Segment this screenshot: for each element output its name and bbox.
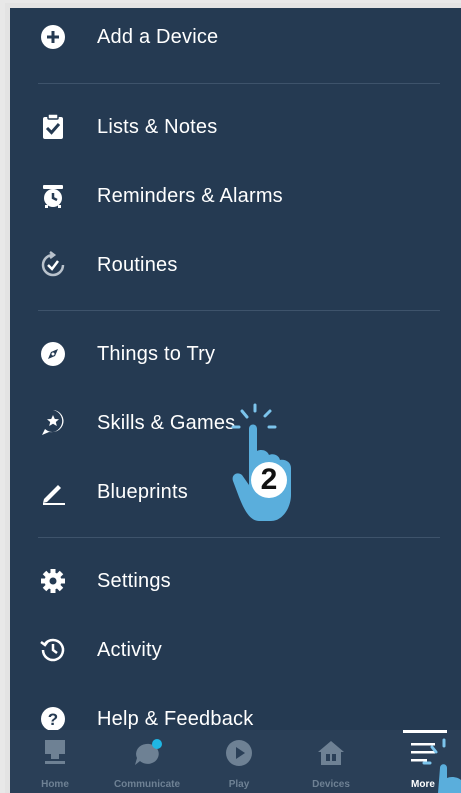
devices-icon <box>286 740 376 766</box>
menu-item-things-to-try[interactable]: Things to Try <box>10 331 461 377</box>
divider <box>38 310 440 311</box>
menu-item-blueprints[interactable]: Blueprints <box>10 469 461 515</box>
menu-item-add-device[interactable]: Add a Device <box>10 14 461 60</box>
compass-icon <box>38 339 68 369</box>
chat-icon <box>102 739 192 766</box>
tab-devices[interactable]: Devices <box>286 730 376 793</box>
menu-item-activity[interactable]: Activity <box>10 627 461 673</box>
menu-item-label: Help & Feedback <box>97 707 254 730</box>
menu-lines-icon <box>378 740 461 766</box>
menu-item-label: Things to Try <box>97 342 216 365</box>
tab-label: Communicate <box>113 779 181 790</box>
menu-item-label: Lists & Notes <box>97 115 218 138</box>
tab-communicate[interactable]: Communicate <box>102 730 192 793</box>
menu-item-settings[interactable]: Settings <box>10 558 461 604</box>
menu-item-skills-games[interactable]: Skills & Games <box>10 400 461 446</box>
routines-icon <box>38 250 68 280</box>
menu-item-lists-notes[interactable]: Lists & Notes <box>10 104 461 150</box>
skills-icon <box>38 408 68 438</box>
svg-text:?: ? <box>48 710 58 729</box>
menu-item-label: Activity <box>97 638 162 661</box>
bottom-tab-bar: Home Communicate Play Devices More <box>10 730 461 793</box>
pencil-icon <box>38 477 68 507</box>
divider <box>38 537 440 538</box>
menu-item-reminders-alarms[interactable]: Reminders & Alarms <box>10 173 461 219</box>
menu-item-label: Blueprints <box>97 480 188 503</box>
menu-item-routines[interactable]: Routines <box>10 242 461 288</box>
history-icon <box>38 635 68 665</box>
tab-play[interactable]: Play <box>194 730 284 793</box>
menu-item-label: Skills & Games <box>97 411 236 434</box>
menu-item-label: Settings <box>97 569 171 592</box>
menu-item-label: Add a Device <box>97 25 219 48</box>
gear-icon <box>38 566 68 596</box>
play-icon <box>194 740 284 766</box>
home-icon <box>10 740 100 766</box>
tab-label: Devices <box>312 779 350 790</box>
more-menu-panel: Add a Device Lists & Notes Reminders & A… <box>10 8 461 793</box>
tab-label: Home <box>41 779 69 790</box>
tab-more[interactable]: More <box>378 730 461 793</box>
divider <box>38 83 440 84</box>
add-circle-icon <box>38 22 68 52</box>
alarm-clock-icon <box>38 181 68 211</box>
menu-item-label: Routines <box>97 253 178 276</box>
menu-item-label: Reminders & Alarms <box>97 184 283 207</box>
screenshot-frame: Add a Device Lists & Notes Reminders & A… <box>5 3 461 793</box>
tab-label: More <box>411 779 435 790</box>
clipboard-check-icon <box>38 112 68 142</box>
tab-home[interactable]: Home <box>10 730 100 793</box>
tab-label: Play <box>228 779 250 790</box>
